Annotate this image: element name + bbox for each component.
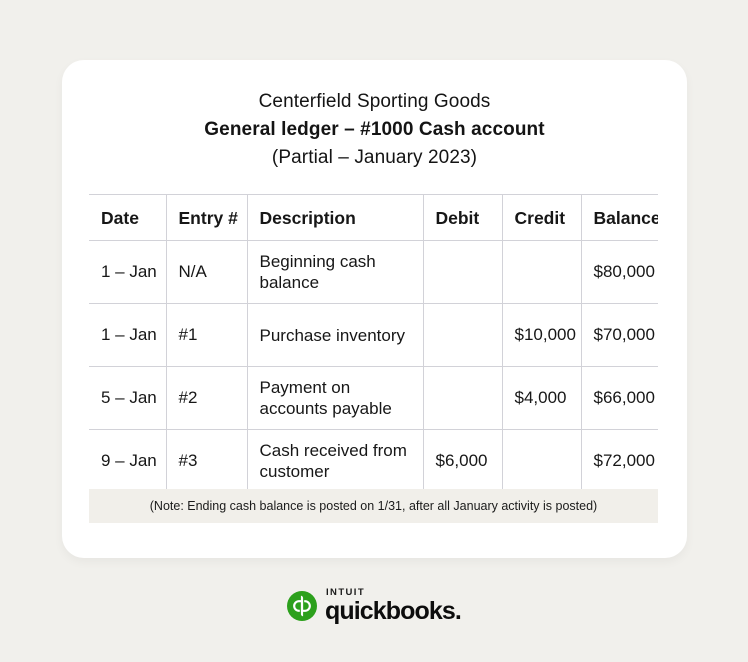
cell-debit [423,240,503,304]
cell-description: Purchase inventory [247,303,424,367]
cell-credit [502,429,582,493]
company-name: Centerfield Sporting Goods [258,91,491,112]
column-header-credit: Credit [502,194,582,241]
cell-credit: $4,000 [502,366,582,430]
table-row: 9 – Jan #3 Cash received from customer $… [89,429,658,493]
cell-entry: N/A [166,240,248,304]
cell-description: Beginning cash balance [247,240,424,304]
intuit-quickbooks-logo: INTUIT quickbooks. [0,588,748,624]
cell-date: 5 – Jan [89,366,167,430]
table-header-row: Date Entry # Description Debit Credit Ba… [89,194,658,241]
ledger-table-wrapper: Date Entry # Description Debit Credit Ba… [89,194,658,493]
column-header-date: Date [89,194,167,241]
table-row: 5 – Jan #2 Payment on accounts payable $… [89,366,658,430]
quickbooks-wordmark: INTUIT quickbooks. [325,588,462,625]
cell-date: 1 – Jan [89,240,167,304]
general-ledger-table: Date Entry # Description Debit Credit Ba… [89,194,658,493]
cell-balance: $72,000 [581,429,658,493]
table-row: 1 – Jan #1 Purchase inventory $10,000 $7… [89,303,658,367]
column-header-balance: Balance [581,194,658,241]
cell-entry: #1 [166,303,248,367]
ledger-note-text: (Note: Ending cash balance is posted on … [149,499,598,513]
cell-debit [423,366,503,430]
cell-description: Cash received from customer [247,429,424,493]
column-header-description: Description [247,194,424,241]
cell-description: Payment on accounts payable [247,366,424,430]
quickbooks-wordmark-text: quickbooks. [325,596,462,625]
cell-debit [423,303,503,367]
cell-balance: $70,000 [581,303,658,367]
cell-credit: $10,000 [502,303,582,367]
table-row: 1 – Jan N/A Beginning cash balance $80,0… [89,240,658,304]
ledger-note-row: (Note: Ending cash balance is posted on … [89,489,658,523]
cell-entry: #2 [166,366,248,430]
ledger-card: Centerfield Sporting Goods General ledge… [62,60,687,558]
cell-date: 1 – Jan [89,303,167,367]
cell-entry: #3 [166,429,248,493]
cell-balance: $66,000 [581,366,658,430]
cell-balance: $80,000 [581,240,658,304]
cell-credit [502,240,582,304]
report-title: General ledger – #1000 Cash account [204,119,545,140]
column-header-debit: Debit [423,194,503,241]
cell-date: 9 – Jan [89,429,167,493]
cell-debit: $6,000 [423,429,503,493]
report-header: Centerfield Sporting Goods General ledge… [62,60,687,172]
quickbooks-qb-circle-icon [287,590,318,621]
column-header-entry: Entry # [166,194,248,241]
report-period: (Partial – January 2023) [271,147,478,168]
